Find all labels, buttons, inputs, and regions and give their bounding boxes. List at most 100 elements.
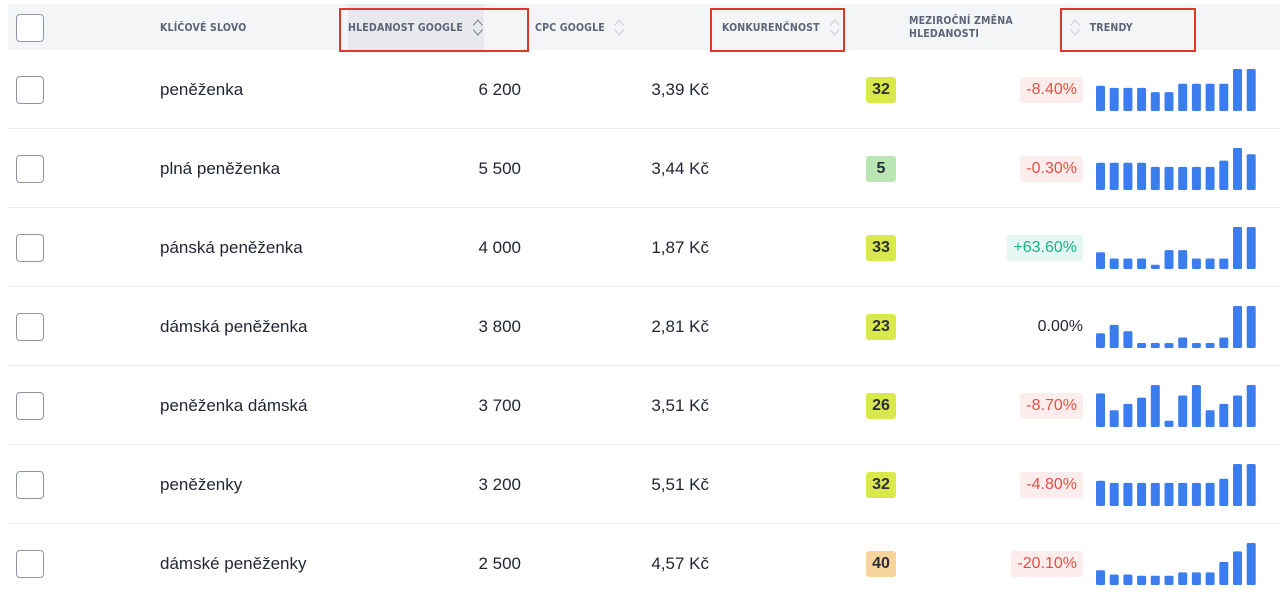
trend-bar (1246, 542, 1256, 585)
cpc-text: 3,39 Kč (651, 79, 709, 99)
row-checkbox[interactable] (16, 234, 44, 262)
keyword-cell: peněženka dámská (160, 366, 307, 445)
trend-bar (1123, 403, 1133, 427)
trend-bar (1164, 420, 1174, 427)
trend-cell (1096, 524, 1268, 598)
row-checkbox[interactable] (16, 313, 44, 341)
trend-bar (1096, 569, 1105, 585)
competition-cell: 26 (848, 366, 896, 445)
trend-cell (1096, 129, 1268, 208)
table-row[interactable]: peněženky 3 200 5,51 Kč 32 -4.80% (8, 445, 1280, 524)
row-checkbox[interactable] (16, 392, 44, 420)
keyword-text: peněženka dámská (160, 395, 308, 415)
trend-bar (1219, 160, 1229, 190)
sort-icon[interactable] (614, 18, 626, 36)
table-row[interactable]: peněženka dámská 3 700 3,51 Kč 26 -8.70% (8, 366, 1280, 445)
trend-bar (1233, 68, 1242, 111)
trend-bar (1109, 574, 1119, 585)
select-all-checkbox[interactable] (16, 14, 44, 42)
trend-bar (1246, 68, 1256, 111)
trend-bar (1178, 337, 1188, 348)
cpc-cell: 4,57 Kč (568, 524, 709, 598)
trend-bar (1137, 482, 1147, 506)
keyword-cell: dámská peněženka (160, 287, 307, 366)
trend-bar (1109, 409, 1119, 427)
change-badge: -4.80% (1020, 471, 1083, 498)
trend-bar (1109, 482, 1119, 506)
keyword-text: dámská peněženka (160, 316, 308, 336)
cpc-text: 3,51 Kč (651, 395, 709, 415)
trend-bar (1123, 574, 1133, 585)
trend-bar (1096, 251, 1105, 269)
trend-bar (1123, 330, 1133, 348)
table-header: KLÍČOVÉ SLOVO HLEDANOST GOOGLE CPC GOOGL… (8, 4, 1280, 52)
competition-badge: 23 (866, 313, 896, 340)
trend-bar (1137, 397, 1147, 427)
row-checkbox[interactable] (16, 155, 44, 183)
keyword-cell: peněženka (160, 50, 243, 129)
trend-bar (1219, 403, 1229, 427)
keyword-cell: pánská peněženka (160, 208, 303, 287)
cpc-cell: 5,51 Kč (568, 445, 709, 524)
search-volume-text: 3 800 (478, 316, 521, 336)
trend-bar (1137, 342, 1147, 348)
competition-badge: 33 (866, 234, 896, 261)
trend-bar (1150, 264, 1160, 269)
change-badge: -20.10% (1011, 550, 1083, 577)
trend-bar (1096, 85, 1105, 111)
table-row[interactable]: plná peněženka 5 500 3,44 Kč 5 -0.30% (8, 129, 1280, 208)
competition-cell: 32 (848, 445, 896, 524)
trend-bar (1191, 258, 1201, 269)
change-cell: +63.60% (968, 208, 1083, 287)
trend-bar (1219, 337, 1229, 348)
search-volume-cell: 3 700 (368, 366, 521, 445)
table-row[interactable]: peněženka 6 200 3,39 Kč 32 -8.40% (8, 50, 1280, 129)
search-volume-text: 4 000 (478, 237, 521, 257)
trend-bar (1191, 83, 1201, 111)
trend-bar (1246, 384, 1256, 427)
sort-icon[interactable] (1069, 18, 1081, 36)
change-cell: -8.40% (968, 50, 1083, 129)
row-checkbox[interactable] (16, 550, 44, 578)
trend-bar (1191, 166, 1201, 190)
column-header-trends[interactable]: TRENDY (1069, 4, 1133, 50)
change-badge: -8.40% (1020, 76, 1083, 103)
row-checkbox[interactable] (16, 76, 44, 104)
trend-chart (1096, 226, 1256, 269)
trend-bar (1109, 324, 1119, 348)
trend-cell (1096, 366, 1268, 445)
keyword-text: pánská peněženka (160, 237, 303, 257)
sort-icon[interactable] (828, 18, 840, 36)
column-header-change-label-2: HLEDANOSTI (909, 27, 980, 40)
column-header-search-label: HLEDANOST GOOGLE (348, 20, 463, 34)
trend-chart (1096, 542, 1256, 585)
change-cell: -4.80% (968, 445, 1083, 524)
trend-bar (1191, 482, 1201, 506)
column-header-change[interactable]: MEZIROČNÍ ZMĚNA HLEDANOSTI (909, 4, 1013, 50)
table-row[interactable]: dámské peněženky 2 500 4,57 Kč 40 -20.10… (8, 524, 1280, 598)
row-checkbox[interactable] (16, 471, 44, 499)
column-header-cpc[interactable]: CPC GOOGLE (535, 4, 626, 50)
column-header-search[interactable]: HLEDANOST GOOGLE (348, 4, 484, 50)
cpc-text: 3,44 Kč (651, 158, 709, 178)
sort-icon[interactable] (472, 18, 484, 36)
trend-bar (1178, 395, 1188, 427)
column-header-competition[interactable]: KONKURENČNOST (722, 4, 840, 50)
trend-cell (1096, 445, 1268, 524)
column-header-keyword[interactable]: KLÍČOVÉ SLOVO (160, 4, 246, 50)
competition-cell: 33 (848, 208, 896, 287)
trend-bar (1205, 166, 1215, 190)
table-row[interactable]: dámská peněženka 3 800 2,81 Kč 23 0.00% (8, 287, 1280, 366)
trend-bar (1205, 571, 1215, 585)
trend-bar (1219, 561, 1229, 585)
trend-bar (1219, 83, 1229, 111)
trend-chart (1096, 463, 1256, 506)
cpc-cell: 2,81 Kč (568, 287, 709, 366)
trend-bar (1233, 395, 1242, 427)
table-row[interactable]: pánská peněženka 4 000 1,87 Kč 33 +63.60… (8, 208, 1280, 287)
trend-bar (1150, 482, 1160, 506)
trend-bar (1205, 83, 1215, 111)
cpc-text: 2,81 Kč (651, 316, 709, 336)
competition-badge: 26 (866, 392, 896, 419)
keyword-cell: plná peněženka (160, 129, 280, 208)
